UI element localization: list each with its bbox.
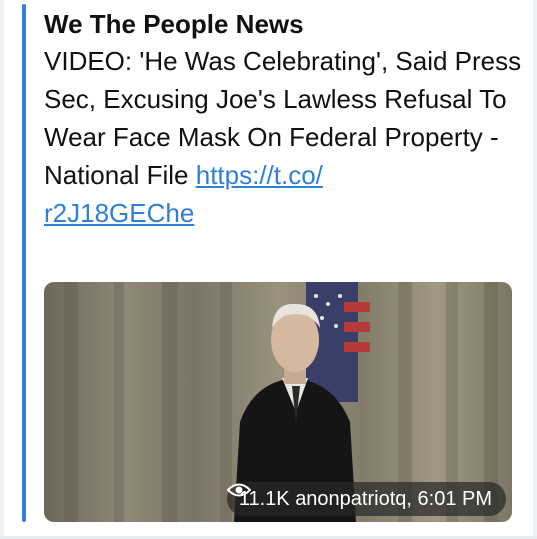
eye-icon	[226, 483, 251, 497]
left-edge	[0, 0, 4, 539]
post-text: VIDEO: 'He Was Celebrating', Said Press …	[44, 42, 524, 232]
post-time: 6:01 PM	[417, 487, 492, 510]
quote-accent-bar	[22, 4, 26, 522]
channel-name[interactable]: We The People News	[44, 6, 524, 42]
message-frame: We The People News VIDEO: 'He Was Celebr…	[0, 0, 537, 539]
right-edge	[533, 0, 537, 539]
message-content: We The People News VIDEO: 'He Was Celebr…	[44, 6, 524, 232]
video-thumbnail[interactable]: 11.1K anonpatriotq, 6:01 PM	[44, 282, 512, 522]
author-signature: anonpatriotq,	[295, 487, 412, 510]
post-link-line1[interactable]: https://t.co/	[196, 160, 323, 190]
post-link-line2[interactable]: r2J18GEChe	[44, 198, 194, 228]
video-meta-pill: 11.1K anonpatriotq, 6:01 PM	[226, 482, 506, 516]
